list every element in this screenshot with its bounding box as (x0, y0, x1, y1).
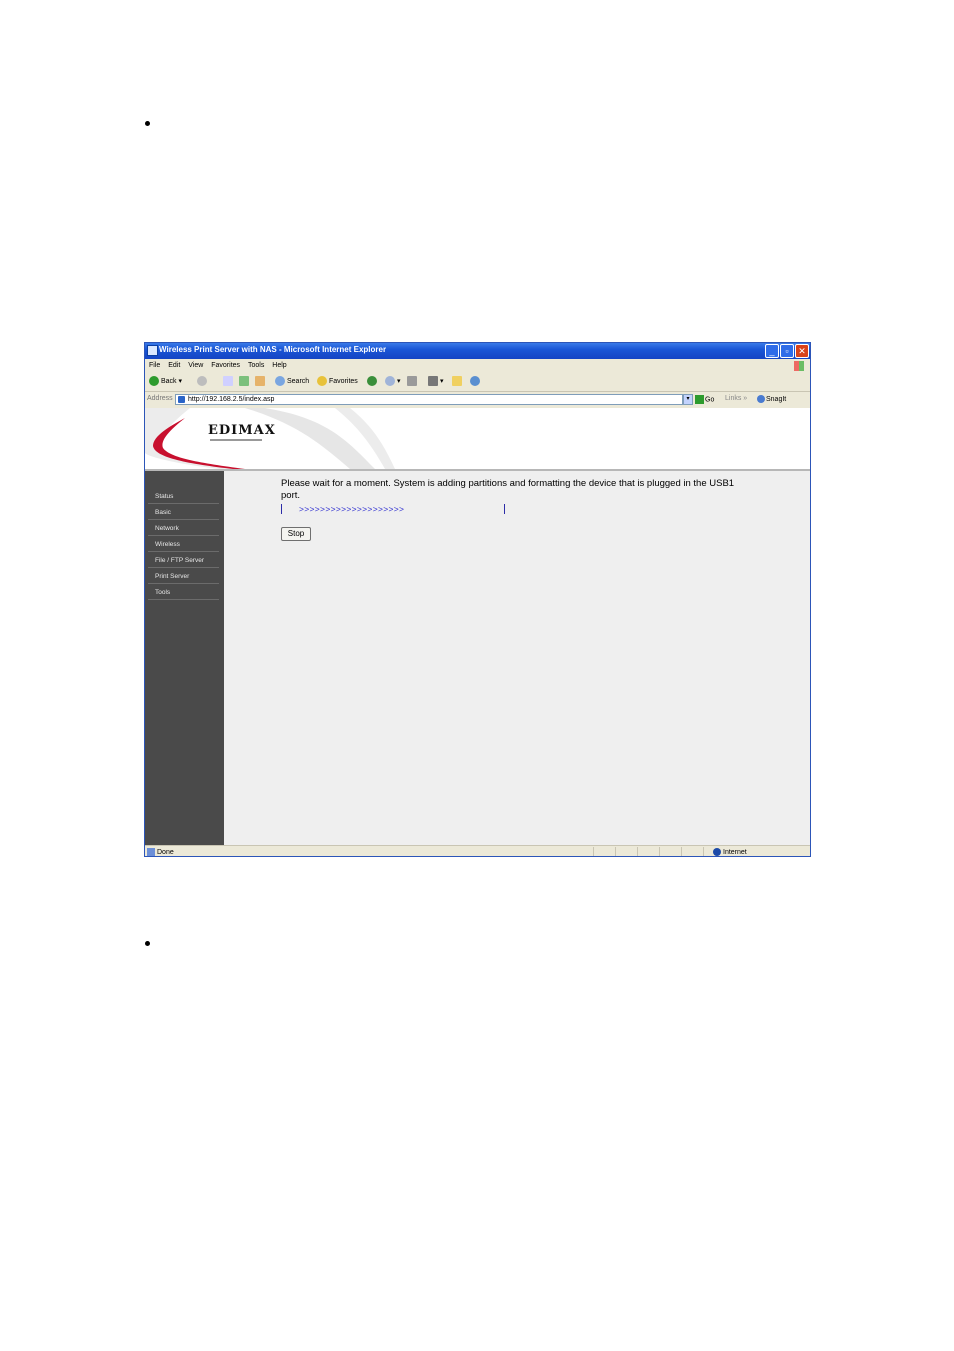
stop-icon[interactable] (223, 376, 235, 388)
forward-button[interactable] (197, 376, 209, 388)
page-header: EDIMAX (145, 408, 810, 471)
toolbar: Back ▾ Search Favorites ▾ ▾ (145, 373, 810, 392)
go-arrow-icon (695, 395, 704, 404)
folder-icon[interactable] (452, 376, 464, 388)
menu-edit[interactable]: Edit (168, 362, 180, 369)
home-icon[interactable] (255, 376, 267, 388)
menu-help[interactable]: Help (272, 362, 286, 369)
globe-icon (713, 848, 721, 856)
security-zone: Internet (713, 848, 747, 856)
maximize-button[interactable]: ▫ (780, 344, 794, 358)
snagit-icon (757, 395, 765, 403)
search-button[interactable]: Search (275, 376, 309, 388)
status-done: Done (147, 848, 174, 856)
stop-button[interactable]: Stop (281, 527, 311, 541)
progress-left-bracket (281, 504, 282, 514)
menu-tools[interactable]: Tools (248, 362, 264, 369)
sidebar-item-print-server[interactable]: Print Server (148, 569, 219, 584)
status-message: Please wait for a moment. System is addi… (281, 478, 735, 501)
go-button[interactable]: Go (695, 395, 714, 404)
menu-bar: File Edit View Favorites Tools Help (145, 360, 810, 372)
address-url: http://192.168.2.5/index.asp (188, 396, 275, 403)
address-bar: Address http://192.168.2.5/index.asp ▾ G… (145, 392, 810, 407)
address-label: Address (147, 395, 173, 402)
bullet-point-2 (145, 941, 150, 946)
sidebar-item-file-ftp-server[interactable]: File / FTP Server (148, 553, 219, 568)
favorites-button[interactable]: Favorites (317, 376, 358, 388)
address-input[interactable]: http://192.168.2.5/index.asp (175, 394, 683, 405)
menu-favorites[interactable]: Favorites (211, 362, 240, 369)
windows-logo-icon (794, 361, 804, 371)
window-title: Wireless Print Server with NAS - Microso… (159, 345, 387, 354)
progress-indicator: >>>>>>>>>>>>>>>>>>>> (299, 504, 405, 514)
messenger-icon[interactable] (470, 376, 482, 388)
refresh-icon[interactable] (239, 376, 251, 388)
close-button[interactable]: ✕ (795, 344, 809, 358)
back-button[interactable]: Back ▾ (149, 376, 182, 388)
main-panel: Please wait for a moment. System is addi… (224, 471, 810, 845)
page-done-icon (147, 848, 155, 856)
search-icon (275, 376, 285, 387)
sidebar-item-wireless[interactable]: Wireless (148, 537, 219, 552)
browser-window: Wireless Print Server with NAS - Microso… (144, 342, 811, 857)
page-content: EDIMAX Status Basic Network Wireless Fil… (145, 408, 810, 845)
progress-right-bracket (504, 504, 505, 514)
title-bar[interactable]: Wireless Print Server with NAS - Microso… (145, 343, 810, 359)
minimize-button[interactable]: _ (765, 344, 779, 358)
sidebar-nav: Status Basic Network Wireless File / FTP… (145, 471, 224, 845)
edimax-logo: EDIMAX (208, 423, 276, 438)
logo-tagline (210, 439, 262, 441)
sidebar-item-network[interactable]: Network (148, 521, 219, 536)
sidebar-item-status[interactable]: Status (148, 489, 219, 504)
back-arrow-icon (149, 376, 159, 387)
mail-icon[interactable]: ▾ (385, 376, 401, 388)
bullet-point-1 (145, 121, 150, 126)
sidebar-item-tools[interactable]: Tools (148, 585, 219, 600)
edit-icon[interactable]: ▾ (428, 376, 444, 388)
page-icon (178, 396, 185, 403)
sidebar-item-basic[interactable]: Basic (148, 505, 219, 520)
links-button[interactable]: Links » (725, 395, 747, 402)
menu-view[interactable]: View (188, 362, 203, 369)
address-dropdown-icon[interactable]: ▾ (683, 394, 693, 405)
history-icon[interactable] (367, 376, 379, 388)
ie-icon (147, 345, 158, 356)
star-icon (317, 376, 327, 387)
print-icon[interactable] (407, 376, 419, 388)
snagit-button[interactable]: SnagIt (757, 395, 786, 403)
menu-file[interactable]: File (149, 362, 160, 369)
status-bar: Done Internet (145, 845, 810, 856)
forward-arrow-icon (197, 376, 207, 387)
